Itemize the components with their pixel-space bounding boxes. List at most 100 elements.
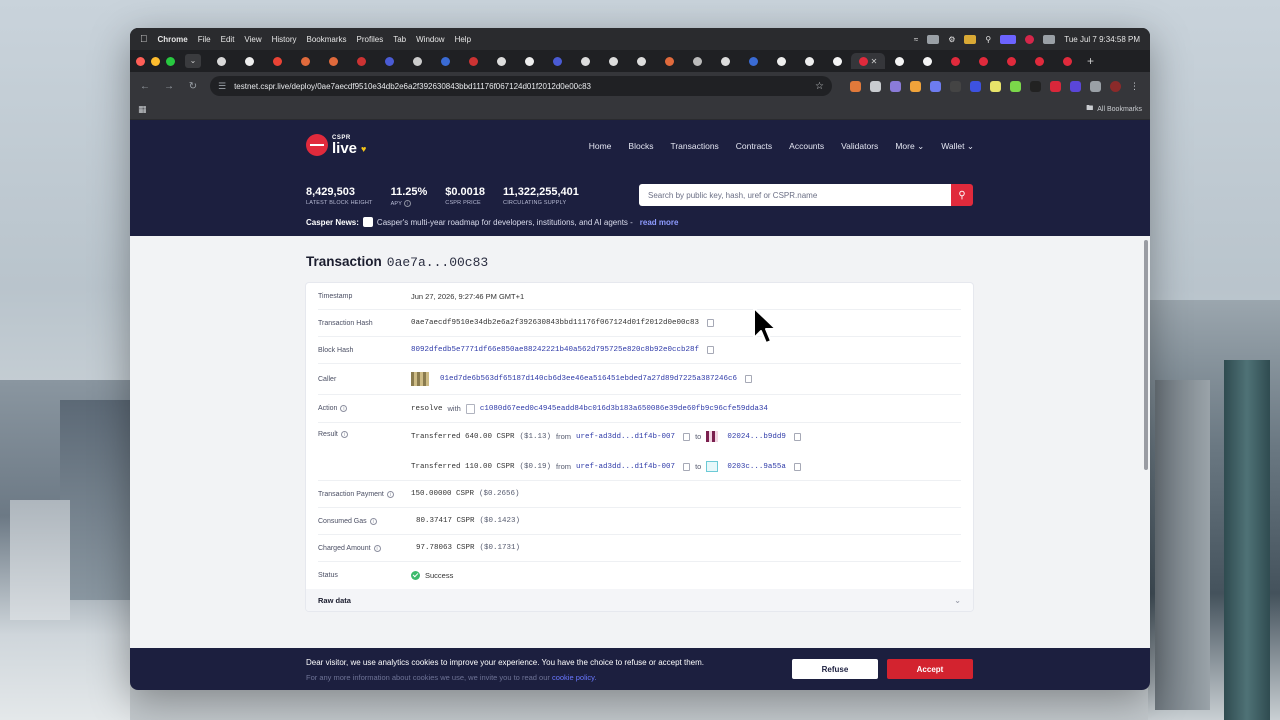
tab[interactable] [1025,53,1053,69]
tab[interactable] [571,53,599,69]
copy-icon[interactable] [707,319,715,327]
minimize-window-button[interactable] [151,56,160,66]
nav-accounts[interactable]: Accounts [789,141,824,152]
stat-apy[interactable]: 11.25% APY i [391,186,427,207]
menu-history[interactable]: History [272,35,297,44]
nav-blocks[interactable]: Blocks [628,141,653,152]
forward-button[interactable]: → [162,81,176,92]
chat-icon[interactable] [927,34,940,44]
puzzle-icon[interactable] [1090,80,1101,92]
tab[interactable] [627,53,655,69]
zoom-window-button[interactable] [166,56,175,66]
menu-window[interactable]: Window [416,35,444,44]
accept-button[interactable]: Accept [887,659,973,679]
copy-icon[interactable] [683,432,691,441]
extension-icon[interactable] [910,80,921,92]
tab-active[interactable]: ✕ [851,53,885,69]
tab[interactable] [683,53,711,69]
raw-data-toggle[interactable]: Raw data ⌄ [306,589,973,611]
site-settings-icon[interactable]: ☰ [218,81,226,92]
control-center-icon[interactable] [1043,34,1056,44]
tab[interactable] [1053,53,1081,69]
wifi-icon[interactable]: ≈ [914,35,918,44]
stat-price[interactable]: $0.0018 CSPR PRICE [445,186,485,207]
gear-icon[interactable]: ⚙ [948,35,955,44]
tab[interactable] [347,53,375,69]
menu-profiles[interactable]: Profiles [357,35,384,44]
search-input[interactable] [639,184,951,206]
close-window-button[interactable] [136,56,145,66]
read-more-link[interactable]: read more [640,218,679,227]
tab[interactable] [997,53,1025,69]
copy-icon[interactable] [707,346,715,354]
transfer-from-link[interactable]: uref-ad3dd...d1f4b-007 [576,433,675,441]
refuse-button[interactable]: Refuse [792,659,878,679]
info-icon[interactable]: i [403,200,411,207]
tab-search-icon[interactable]: ⌄ [185,54,201,68]
stat-block-height[interactable]: 8,429,503 LATEST BLOCK HEIGHT [306,186,373,207]
menu-bookmarks[interactable]: Bookmarks [307,35,347,44]
menubar-clock[interactable]: Tue Jul 7 9:34:58 PM [1064,35,1140,44]
search-button[interactable]: ⚲ [951,184,973,206]
site-logo[interactable]: CSPR live ♥ [306,134,366,156]
extension-icon[interactable] [1050,80,1061,92]
menu-file[interactable]: File [198,35,211,44]
extension-icon[interactable] [950,80,961,92]
caller-link[interactable]: 01ed7de6b563df65187d140cb6d3ee46ea516451… [440,375,737,383]
nav-home[interactable]: Home [589,141,612,152]
tab[interactable] [431,53,459,69]
info-icon[interactable]: i [340,405,348,412]
new-tab-button[interactable]: + [1087,54,1094,68]
screen-mirroring-icon[interactable] [1000,34,1017,44]
back-button[interactable]: ← [138,81,152,92]
tab[interactable] [711,53,739,69]
copy-icon[interactable] [793,432,801,441]
battery-icon[interactable] [964,34,977,44]
apps-grid-icon[interactable]: ▦ [138,104,147,115]
stat-supply[interactable]: 11,322,255,401 CIRCULATING SUPPLY [503,186,579,207]
tab[interactable] [403,53,431,69]
tab[interactable] [795,53,823,69]
address-bar-url[interactable]: testnet.cspr.live/deploy/0ae7aecdf9510e3… [234,82,591,91]
tab[interactable] [263,53,291,69]
tab[interactable] [739,53,767,69]
extension-icon[interactable] [850,80,861,92]
apple-icon[interactable]:  [140,34,148,45]
nav-contracts[interactable]: Contracts [736,141,772,152]
tab[interactable] [767,53,795,69]
tab[interactable] [375,53,403,69]
nav-transactions[interactable]: Transactions [670,141,718,152]
tab[interactable] [291,53,319,69]
info-icon[interactable]: i [373,544,381,552]
avatar-icon[interactable] [1110,80,1121,92]
menu-help[interactable]: Help [455,35,471,44]
transfer-to-link[interactable]: 0203c...9a55a [727,463,786,471]
tab[interactable] [913,53,941,69]
tab[interactable] [885,53,913,69]
tab[interactable] [599,53,627,69]
nav-validators[interactable]: Validators [841,141,878,152]
info-icon[interactable]: i [369,517,377,525]
transfer-from-link[interactable]: uref-ad3dd...d1f4b-007 [576,463,675,471]
all-bookmarks-button[interactable]: 🖿 All Bookmarks [1086,104,1142,115]
tab[interactable] [969,53,997,69]
menu-tab[interactable]: Tab [393,35,406,44]
tab[interactable] [235,53,263,69]
copy-icon[interactable] [793,462,801,471]
nav-more[interactable]: More ⌄ [895,141,924,152]
extension-icon[interactable] [990,80,1001,92]
shield-icon[interactable] [870,80,881,92]
tab[interactable] [319,53,347,69]
address-bar[interactable]: ☰ testnet.cspr.live/deploy/0ae7aecdf9510… [210,76,832,96]
tab[interactable] [655,53,683,69]
more-menu-icon[interactable]: ⋮ [1130,81,1139,92]
record-icon[interactable] [1025,34,1035,44]
reload-button[interactable]: ↻ [186,81,200,92]
extension-icon[interactable] [970,80,981,92]
transfer-to-link[interactable]: 02024...b9dd9 [727,433,786,441]
tab[interactable] [941,53,969,69]
tab[interactable] [515,53,543,69]
tab[interactable] [487,53,515,69]
nav-wallet[interactable]: Wallet ⌄ [941,141,974,152]
copy-icon[interactable] [683,462,691,471]
